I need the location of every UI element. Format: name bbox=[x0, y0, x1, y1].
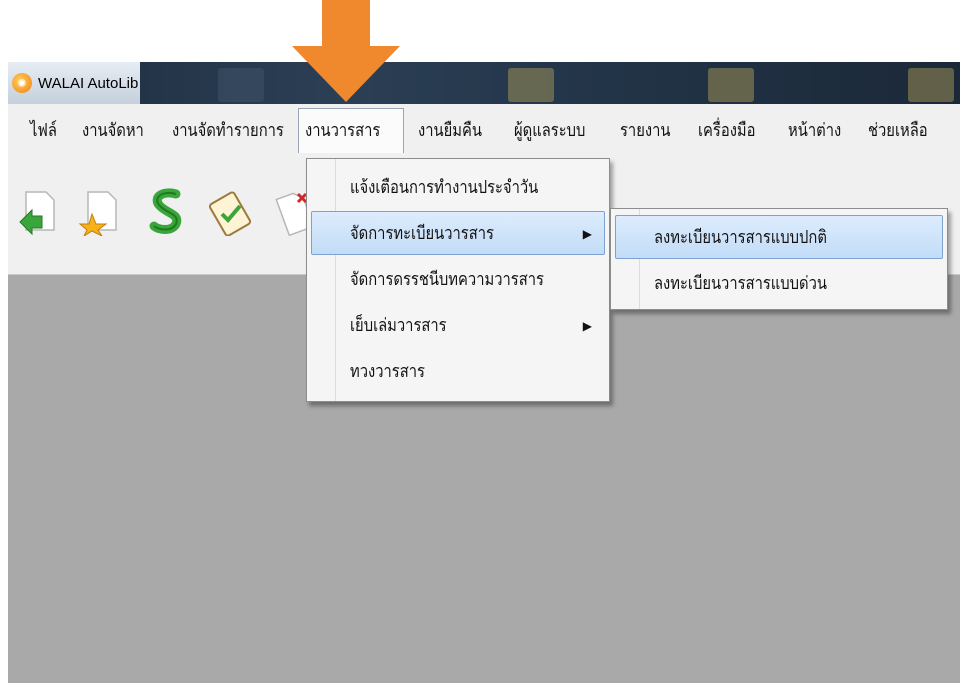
window-title: WALAI AutoLib bbox=[38, 74, 139, 92]
menu-tools[interactable]: เครื่องมือ bbox=[698, 116, 756, 146]
menu-serials-label: งานวารสาร bbox=[305, 120, 381, 141]
menu-item-binding[interactable]: เย็บเล่มวารสาร ▶ bbox=[311, 303, 605, 347]
green-arrow-icon[interactable] bbox=[16, 186, 60, 236]
menu-item-daily-alerts[interactable]: แจ้งเตือนการทำงานประจำวัน bbox=[311, 165, 605, 209]
menu-item-label: จัดการทะเบียนวารสาร bbox=[350, 223, 494, 244]
menu-item-label: ลงทะเบียนวารสารแบบด่วน bbox=[654, 273, 828, 294]
pointer-arrow-icon bbox=[292, 0, 400, 102]
window-titlebar: ✺ WALAI AutoLib bbox=[8, 62, 960, 104]
menu-acquisition[interactable]: งานจัดหา bbox=[82, 116, 144, 146]
menu-serials[interactable]: งานวารสาร bbox=[298, 108, 404, 153]
menu-item-manage-serial-registration[interactable]: จัดการทะเบียนวารสาร ▶ bbox=[311, 211, 605, 255]
menu-reports[interactable]: รายงาน bbox=[620, 116, 670, 146]
menu-cataloging[interactable]: งานจัดทำรายการ bbox=[172, 116, 284, 146]
taskbar-thumbnail bbox=[508, 68, 554, 102]
menu-item-label: ลงทะเบียนวารสารแบบปกติ bbox=[654, 227, 827, 248]
menu-item-claim[interactable]: ทวงวารสาร bbox=[311, 349, 605, 393]
menu-file[interactable]: ไฟล์ bbox=[30, 116, 57, 146]
submenu-arrow-icon: ▶ bbox=[582, 319, 592, 333]
green-s-icon[interactable] bbox=[146, 186, 190, 236]
menu-item-label: จัดการดรรชนีบทความวารสาร bbox=[350, 269, 544, 290]
registration-submenu: ลงทะเบียนวารสารแบบปกติ ลงทะเบียนวารสารแบ… bbox=[610, 208, 948, 310]
menu-help[interactable]: ช่วยเหลือ bbox=[868, 116, 928, 146]
menu-circulation[interactable]: งานยืมคืน bbox=[418, 116, 482, 146]
star-bookmark-icon[interactable] bbox=[78, 186, 122, 236]
menu-item-register-normal[interactable]: ลงทะเบียนวารสารแบบปกติ bbox=[615, 215, 943, 259]
menu-item-article-index[interactable]: จัดการดรรชนีบทความวารสาร bbox=[311, 257, 605, 301]
menu-window[interactable]: หน้าต่าง bbox=[788, 116, 841, 146]
menu-item-register-urgent[interactable]: ลงทะเบียนวารสารแบบด่วน bbox=[615, 261, 943, 305]
menu-item-label: เย็บเล่มวารสาร bbox=[350, 315, 447, 336]
menu-item-label: ทวงวารสาร bbox=[350, 361, 425, 382]
taskbar-thumbnail bbox=[908, 68, 954, 102]
taskbar-thumbnail bbox=[708, 68, 754, 102]
serials-dropdown-menu: แจ้งเตือนการทำงานประจำวัน จัดการทะเบียนว… bbox=[306, 158, 610, 402]
walai-logo-icon: ✺ bbox=[12, 73, 32, 93]
app-title-area: ✺ WALAI AutoLib bbox=[8, 62, 140, 104]
taskbar-thumbnail bbox=[218, 68, 264, 102]
submenu-arrow-icon: ▶ bbox=[582, 227, 592, 241]
menu-admin[interactable]: ผู้ดูแลระบบ bbox=[514, 116, 585, 146]
menu-item-label: แจ้งเตือนการทำงานประจำวัน bbox=[350, 177, 539, 198]
clipboard-check-icon[interactable] bbox=[208, 186, 252, 236]
